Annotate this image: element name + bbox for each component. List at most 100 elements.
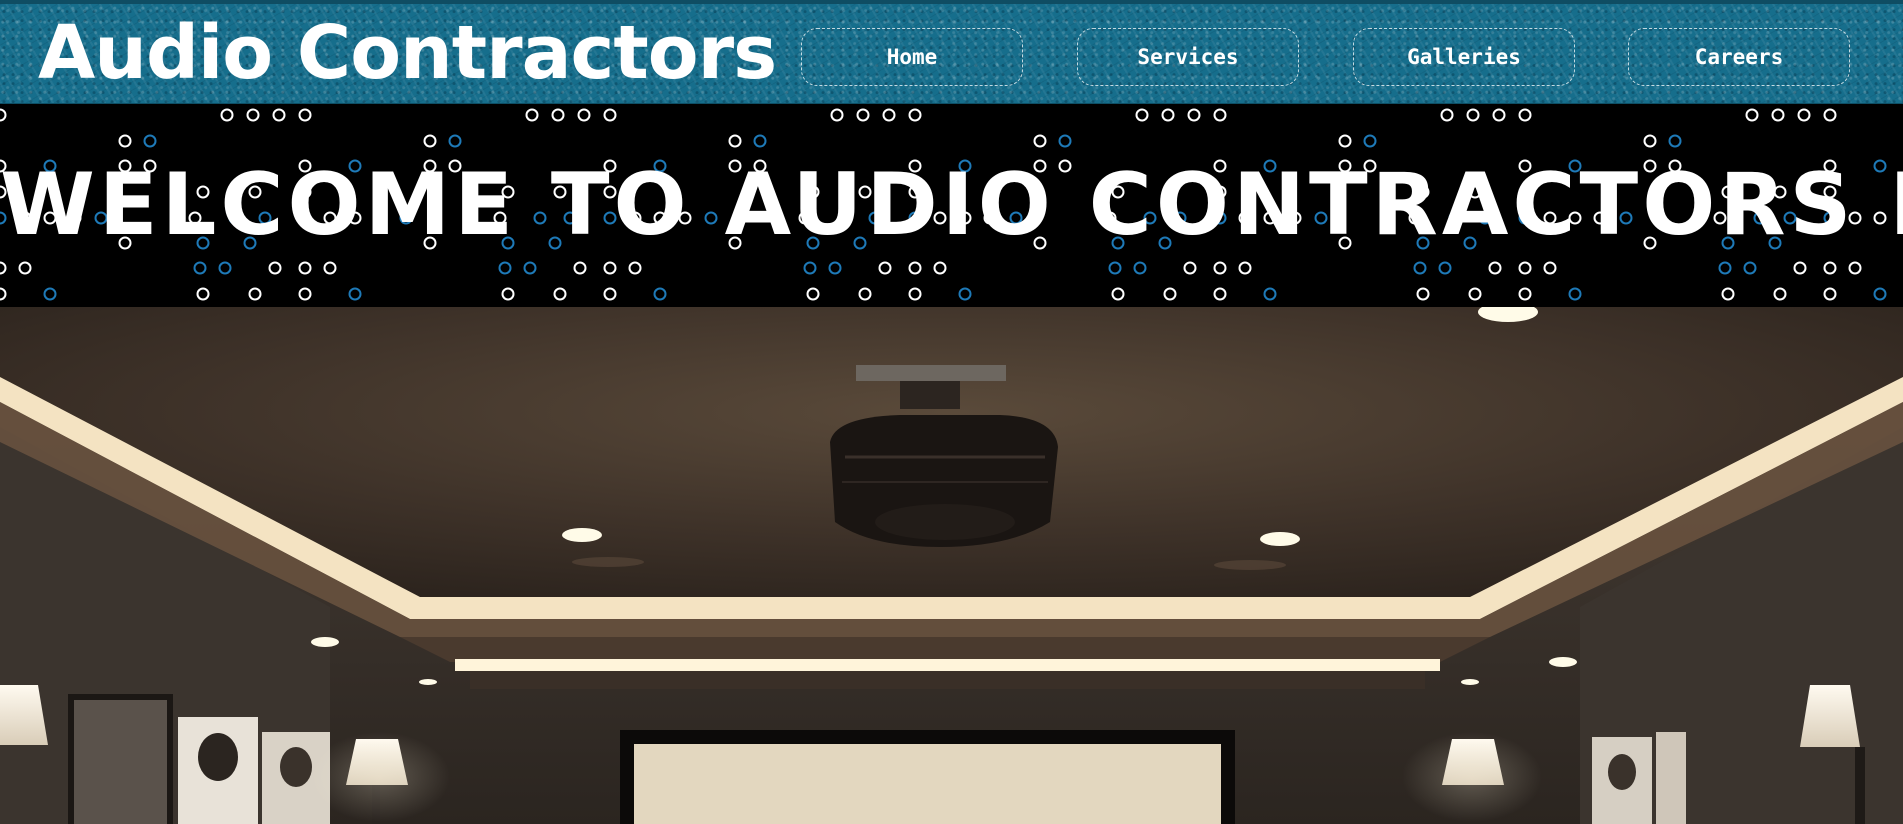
pattern-dot bbox=[323, 261, 337, 275]
pattern-dot bbox=[908, 287, 922, 301]
nav-careers-button[interactable]: Careers bbox=[1628, 28, 1850, 86]
pattern-dot bbox=[501, 287, 515, 301]
pattern-dot bbox=[1416, 287, 1430, 301]
pattern-dot bbox=[1213, 108, 1227, 122]
pattern-dot bbox=[448, 134, 462, 148]
pattern-dot bbox=[1363, 134, 1377, 148]
pattern-dot bbox=[1721, 287, 1735, 301]
pattern-dot bbox=[603, 261, 617, 275]
pattern-dot bbox=[0, 108, 7, 122]
pattern-dot bbox=[1668, 134, 1682, 148]
pattern-dot bbox=[193, 261, 207, 275]
pattern-dot bbox=[1518, 261, 1532, 275]
hero-photo-home-theater bbox=[0, 307, 1903, 824]
welcome-heading: WELCOME TO AUDIO CONTRACTORS LLC. bbox=[0, 155, 1903, 255]
pattern-dot bbox=[1263, 287, 1277, 301]
pattern-dot bbox=[830, 108, 844, 122]
pattern-dot bbox=[551, 108, 565, 122]
site-header: Audio Contractors Home Services Gallerie… bbox=[0, 0, 1903, 104]
pattern-dot bbox=[1058, 134, 1072, 148]
pattern-dot bbox=[1823, 108, 1837, 122]
nav-services-button[interactable]: Services bbox=[1077, 28, 1299, 86]
pattern-dot bbox=[1133, 261, 1147, 275]
pattern-dot bbox=[803, 261, 817, 275]
pattern-dot bbox=[1793, 261, 1807, 275]
pattern-dot bbox=[1773, 287, 1787, 301]
pattern-dot bbox=[248, 287, 262, 301]
pattern-dot bbox=[858, 287, 872, 301]
pattern-dot bbox=[1468, 287, 1482, 301]
pattern-dot bbox=[653, 287, 667, 301]
site-logo[interactable]: Audio Contractors bbox=[38, 10, 777, 96]
pattern-dot bbox=[1797, 108, 1811, 122]
pattern-dot bbox=[1518, 287, 1532, 301]
pattern-dot bbox=[1518, 108, 1532, 122]
pattern-dot bbox=[856, 108, 870, 122]
pattern-dot bbox=[272, 108, 286, 122]
pattern-dot bbox=[828, 261, 842, 275]
pattern-dot bbox=[43, 287, 57, 301]
pattern-dot bbox=[246, 108, 260, 122]
pattern-dot bbox=[728, 134, 742, 148]
pattern-dot bbox=[628, 261, 642, 275]
pattern-dot bbox=[573, 261, 587, 275]
pattern-dot bbox=[806, 287, 820, 301]
pattern-dot bbox=[0, 287, 7, 301]
pattern-dot bbox=[348, 287, 362, 301]
pattern-dot bbox=[1718, 261, 1732, 275]
pattern-dot bbox=[1873, 287, 1887, 301]
pattern-dot bbox=[1492, 108, 1506, 122]
pattern-dot bbox=[220, 108, 234, 122]
pattern-dot bbox=[1771, 108, 1785, 122]
pattern-dot bbox=[553, 287, 567, 301]
pattern-dot bbox=[908, 261, 922, 275]
pattern-dot bbox=[1440, 108, 1454, 122]
pattern-dot bbox=[1213, 261, 1227, 275]
pattern-dot bbox=[1413, 261, 1427, 275]
pattern-dot bbox=[1823, 261, 1837, 275]
pattern-dot bbox=[143, 134, 157, 148]
pattern-dot bbox=[603, 108, 617, 122]
pattern-dot bbox=[298, 261, 312, 275]
pattern-dot bbox=[1183, 261, 1197, 275]
pattern-dot bbox=[1543, 261, 1557, 275]
pattern-dot bbox=[1848, 261, 1862, 275]
pattern-dot bbox=[908, 108, 922, 122]
nav-galleries-button[interactable]: Galleries bbox=[1353, 28, 1575, 86]
pattern-dot bbox=[423, 134, 437, 148]
pattern-dot bbox=[0, 261, 7, 275]
pattern-dot bbox=[1743, 261, 1757, 275]
pattern-dot bbox=[1135, 108, 1149, 122]
pattern-dot bbox=[882, 108, 896, 122]
pattern-dot bbox=[298, 108, 312, 122]
pattern-dot bbox=[1238, 261, 1252, 275]
pattern-dot bbox=[1033, 134, 1047, 148]
pattern-dot bbox=[268, 261, 282, 275]
pattern-dot bbox=[525, 108, 539, 122]
pattern-dot bbox=[603, 287, 617, 301]
pattern-dot bbox=[577, 108, 591, 122]
pattern-dot bbox=[1213, 287, 1227, 301]
pattern-dot bbox=[498, 261, 512, 275]
nav-home-button[interactable]: Home bbox=[801, 28, 1023, 86]
pattern-dot bbox=[1823, 287, 1837, 301]
pattern-dot bbox=[958, 287, 972, 301]
pattern-dot bbox=[196, 287, 210, 301]
pattern-dot bbox=[753, 134, 767, 148]
pattern-dot bbox=[1568, 287, 1582, 301]
welcome-banner: WELCOME TO AUDIO CONTRACTORS LLC. bbox=[0, 105, 1903, 307]
pattern-dot bbox=[1745, 108, 1759, 122]
pattern-dot bbox=[878, 261, 892, 275]
pattern-dot bbox=[1163, 287, 1177, 301]
pattern-dot bbox=[1488, 261, 1502, 275]
pattern-dot bbox=[218, 261, 232, 275]
pattern-dot bbox=[523, 261, 537, 275]
pattern-dot bbox=[118, 134, 132, 148]
pattern-dot bbox=[1161, 108, 1175, 122]
pattern-dot bbox=[1643, 134, 1657, 148]
pattern-dot bbox=[1187, 108, 1201, 122]
pattern-dot bbox=[1466, 108, 1480, 122]
pattern-dot bbox=[1111, 287, 1125, 301]
pattern-dot bbox=[1338, 134, 1352, 148]
pattern-dot bbox=[1108, 261, 1122, 275]
